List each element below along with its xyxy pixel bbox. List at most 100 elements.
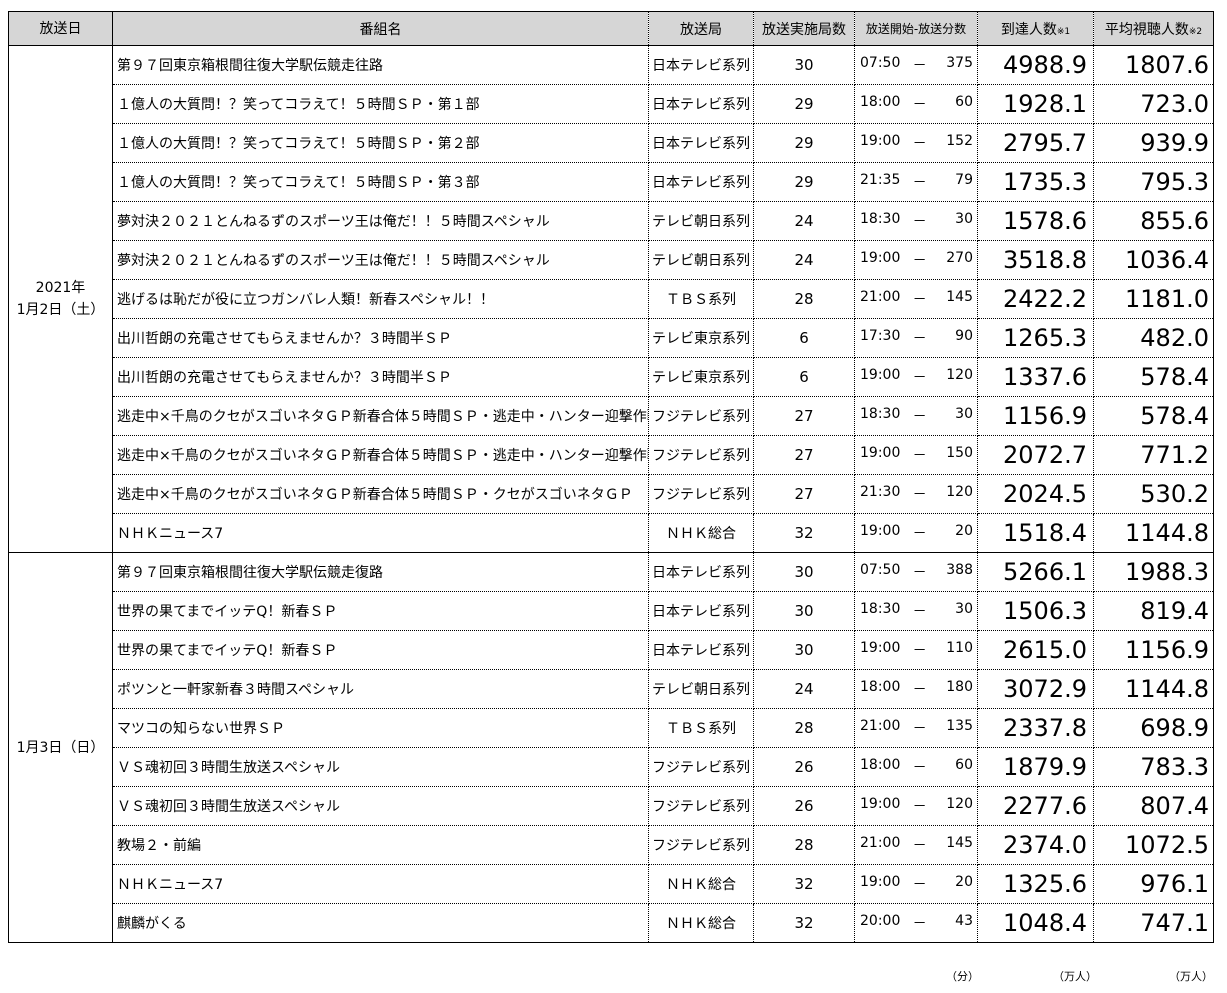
table-row: 夢対決２０２１とんねるずのスポーツ王は俺だ！！５時間スペシャル テレビ朝日系列 24… (9, 201, 1214, 241)
program-cell: 逃げるは恥だが役に立つガンバレ人類！新春スペシャル！！ (112, 279, 649, 319)
avg-cell: 482.0 (1093, 318, 1214, 358)
avg-cell: 1144.8 (1093, 669, 1214, 709)
time-dash: － (912, 487, 927, 503)
time-cell: 18:30 － 30 (854, 591, 978, 631)
duration-minutes: 90 (955, 328, 973, 344)
time-cell: 21:30 － 120 (854, 474, 978, 514)
time-cell: 18:30 － 30 (854, 396, 978, 436)
program-cell: 第９７回東京箱根間往復大学駅伝競走往路 (112, 45, 649, 85)
station-cell: テレビ東京系列 (648, 357, 754, 397)
duration-minutes: 180 (946, 679, 973, 695)
reach-cell: 1578.6 (977, 201, 1094, 241)
table-row: 逃走中×千鳥のクセがスゴいネタＧＰ新春合体５時間ＳＰ・逃走中・ハンター迎撃作戦フ… (9, 396, 1214, 436)
stations-count-cell: 32 (753, 864, 855, 904)
station-cell: ＴＢＳ系列 (648, 708, 754, 748)
program-cell: 麒麟がくる (112, 903, 649, 943)
reach-cell: 5266.1 (977, 552, 1094, 592)
avg-cell: 1036.4 (1093, 240, 1214, 280)
station-cell: テレビ東京系列 (648, 318, 754, 358)
avg-cell: 747.1 (1093, 903, 1214, 943)
duration-minutes: 30 (955, 601, 973, 617)
program-cell: 出川哲朗の充電させてもらえませんか？３時間半ＳＰ (112, 318, 649, 358)
start-time: 17:30 (860, 328, 901, 344)
time-dash: － (912, 214, 927, 230)
time-dash: － (912, 526, 927, 542)
stations-count-cell: 29 (753, 84, 855, 124)
time-dash: － (912, 331, 927, 347)
date-line-2: 1月2日（土） (16, 302, 105, 318)
station-cell: フジテレビ系列 (648, 474, 754, 514)
time-cell: 19:00 － 20 (854, 864, 978, 904)
reach-cell: 1048.4 (977, 903, 1094, 943)
avg-cell: 795.3 (1093, 162, 1214, 202)
table-row: 2021年 1月2日（土） 第９７回東京箱根間往復大学駅伝競走往路日本テレビ系列 30… (8, 45, 1214, 553)
program-cell: 出川哲朗の充電させてもらえませんか？３時間半ＳＰ (112, 357, 649, 397)
time-dash: － (912, 799, 927, 815)
avg-cell: 723.0 (1093, 84, 1214, 124)
start-time: 18:00 (860, 679, 901, 695)
avg-cell: 530.2 (1093, 474, 1214, 514)
header-avg: 平均視聴人数※2 (1093, 11, 1214, 46)
station-cell: テレビ朝日系列 (648, 669, 754, 709)
date-cell: 1月3日（日） (8, 552, 113, 943)
start-time: 21:35 (860, 172, 901, 188)
avg-cell: 1988.3 (1093, 552, 1214, 592)
stations-count-cell: 27 (753, 474, 855, 514)
reach-cell: 4988.9 (977, 45, 1094, 85)
table-row: 1月3日（日） 第９７回東京箱根間往復大学駅伝競走復路 日本テレビ系列 30 07:50… (8, 552, 1214, 943)
duration-minutes: 30 (955, 211, 973, 227)
station-cell: テレビ朝日系列 (648, 201, 754, 241)
duration-minutes: 145 (946, 835, 973, 851)
avg-cell: 1072.5 (1093, 825, 1214, 865)
reach-cell: 1518.4 (977, 513, 1094, 553)
program-cell: 逃走中×千鳥のクセがスゴいネタＧＰ新春合体５時間ＳＰ・逃走中・ハンター迎撃作戦 (112, 435, 649, 475)
station-cell: フジテレビ系列 (648, 747, 754, 787)
reach-cell: 1879.9 (977, 747, 1094, 787)
header-date: 放送日 (8, 11, 113, 46)
station-cell: フジテレビ系列 (648, 396, 754, 436)
time-cell: 19:00 － 120 (854, 786, 978, 826)
duration-minutes: 152 (946, 133, 973, 149)
time-dash: － (912, 916, 927, 932)
table-row: ポツンと一軒家新春３時間スペシャル テレビ朝日系列 24 18:00 － 180 3072.… (9, 669, 1214, 709)
program-cell: １億人の大質問！？笑ってコラえて！５時間ＳＰ・第２部 (112, 123, 649, 163)
time-cell: 18:00 － 60 (854, 84, 978, 124)
reach-cell: 1156.9 (977, 396, 1094, 436)
time-cell: 20:00 － 43 (854, 903, 978, 943)
stations-count-cell: 32 (753, 513, 855, 553)
station-cell: テレビ朝日系列 (648, 240, 754, 280)
reach-cell: 1928.1 (977, 84, 1094, 124)
header-program: 番組名 (112, 11, 649, 46)
date-cell: 2021年 1月2日（土） (8, 45, 113, 553)
station-cell: 日本テレビ系列 (648, 162, 754, 202)
avg-cell: 771.2 (1093, 435, 1214, 475)
ratings-table-container: 放送日 番組名 放送局 放送実施局数 放送開始-放送分数 到達人数※1 平均視聴… (8, 11, 1214, 943)
station-cell: ＮＨＫ総合 (648, 903, 754, 943)
table-row: ＶＳ魂初回３時間生放送スペシャル フジテレビ系列 26 18:00 － 60 1879.9 7… (9, 747, 1214, 787)
unit-avg: （万人） (1169, 970, 1213, 983)
start-time: 19:00 (860, 640, 901, 656)
start-time: 18:30 (860, 211, 901, 227)
avg-cell: 1144.8 (1093, 513, 1214, 553)
table-row: 逃走中×千鳥のクセがスゴいネタＧＰ新春合体５時間ＳＰ・クセがスゴいネタＧＰ ＳＰ… (9, 474, 1214, 514)
program-cell: 世界の果てまでイッテQ！新春ＳＰ (112, 630, 649, 670)
duration-minutes: 135 (946, 718, 973, 734)
time-cell: 19:00 － 270 (854, 240, 978, 280)
stations-count-cell: 30 (753, 552, 855, 592)
station-cell: ＮＨＫ総合 (648, 513, 754, 553)
time-cell: 17:30 － 90 (854, 318, 978, 358)
avg-cell: 578.4 (1093, 396, 1214, 436)
header-reach-label: 到達人数 (1000, 21, 1057, 38)
time-cell: 18:00 － 60 (854, 747, 978, 787)
duration-minutes: 20 (955, 874, 973, 890)
table-row: 逃走中×千鳥のクセがスゴいネタＧＰ新春合体５時間ＳＰ・逃走中・ハンター迎撃作戦フ… (9, 435, 1214, 475)
reach-cell: 3518.8 (977, 240, 1094, 280)
program-cell: １億人の大質問！？笑ってコラえて！５時間ＳＰ・第３部 (112, 162, 649, 202)
time-dash: － (912, 682, 927, 698)
stations-count-cell: 26 (753, 786, 855, 826)
duration-minutes: 110 (946, 640, 973, 656)
table-row: 麒麟がくる ＮＨＫ総合 32 20:00 － 43 1048.4 747.1 (9, 903, 1214, 943)
header-avg-note: ※2 (1188, 26, 1203, 37)
station-cell: ＮＨＫ総合 (648, 864, 754, 904)
station-cell: 日本テレビ系列 (648, 123, 754, 163)
